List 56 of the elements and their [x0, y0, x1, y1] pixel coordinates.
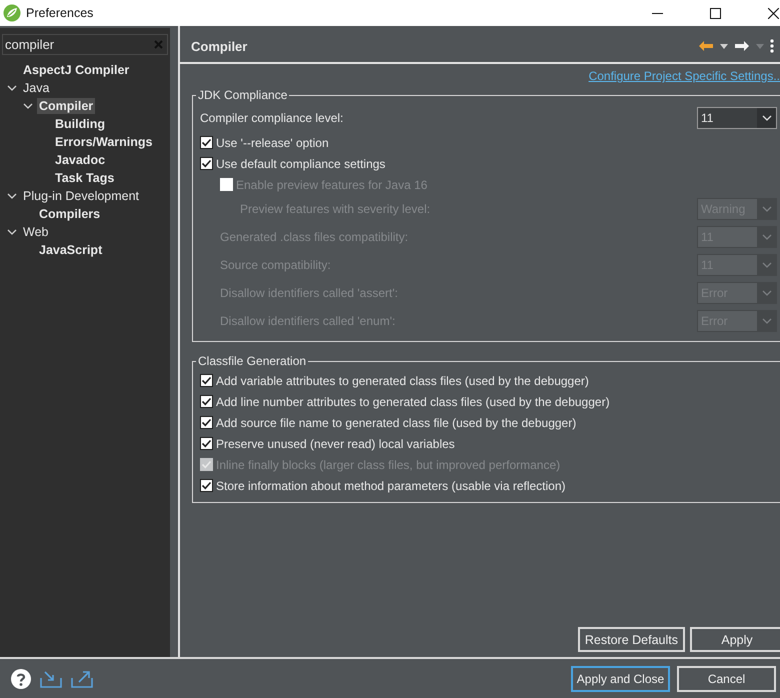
checkbox[interactable]: [200, 479, 213, 492]
back-arrow-icon[interactable]: [698, 40, 714, 52]
chevron-down-icon: [762, 206, 772, 212]
checkbox[interactable]: [200, 157, 213, 170]
checkbox[interactable]: [200, 136, 213, 149]
checkbox-label: Store information about method parameters (usable via reflection): [216, 478, 566, 492]
button[interactable]: Restore Defaults: [578, 627, 685, 652]
tree-item[interactable]: Compiler: [37, 98, 96, 114]
button[interactable]: Cancel: [677, 666, 776, 692]
chevron-down-icon[interactable]: [7, 191, 17, 201]
chevron-down-icon[interactable]: [7, 227, 17, 237]
group-title: Classfile Generation: [197, 354, 308, 368]
import-icon[interactable]: [40, 670, 62, 688]
checkbox[interactable]: [200, 374, 213, 387]
tree-item[interactable]: JavaScript: [37, 242, 104, 258]
close-icon[interactable]: [768, 8, 779, 18]
chevron-down-icon[interactable]: [7, 83, 17, 93]
dropdown[interactable]: 11: [697, 107, 777, 129]
tree-item[interactable]: Javadoc: [53, 152, 108, 168]
tree-item[interactable]: Building: [53, 116, 107, 132]
checkbox[interactable]: [200, 437, 213, 450]
checkbox-label: Add line number attributes to generated class files (used by the debugger): [216, 394, 610, 408]
chevron-down-icon: [762, 234, 772, 240]
chevron-down-icon[interactable]: [23, 101, 33, 111]
chevron-down-icon: [762, 290, 772, 296]
forward-arrow-icon[interactable]: [734, 40, 750, 52]
checkbox-label: Add variable attributes to generated class files (used by the debugger): [216, 374, 589, 388]
app-logo-icon: [3, 4, 21, 22]
filter-field[interactable]: compiler: [2, 34, 168, 55]
checkbox-label: Add source file name to generated class file (used by the debugger): [216, 416, 576, 430]
checkbox[interactable]: [200, 416, 213, 429]
window-title: Preferences: [26, 6, 94, 20]
tree-item[interactable]: Java: [21, 80, 52, 96]
button[interactable]: Apply and Close: [571, 666, 670, 692]
field-label: Compiler compliance level:: [200, 111, 344, 125]
tree-item[interactable]: AspectJ Compiler: [21, 62, 132, 78]
tree-item[interactable]: Compilers: [37, 206, 102, 222]
caret-icon[interactable]: [720, 44, 728, 48]
export-icon[interactable]: [71, 670, 93, 688]
checkbox[interactable]: [200, 395, 213, 408]
tree-item[interactable]: Plug-in Development: [21, 188, 142, 204]
group-title: JDK Compliance: [197, 88, 288, 102]
tree-item[interactable]: Web: [21, 224, 50, 240]
more-icon[interactable]: [770, 39, 774, 53]
help-icon[interactable]: [11, 668, 31, 688]
tree-item[interactable]: Task Tags: [53, 170, 116, 186]
chevron-down-icon: [762, 318, 772, 324]
button[interactable]: Apply: [690, 627, 780, 652]
checkbox-label: Use default compliance settings: [216, 156, 386, 170]
tree-item[interactable]: Errors/Warnings: [53, 134, 154, 150]
maximize-icon[interactable]: [710, 8, 721, 18]
page-title: Compiler: [191, 38, 248, 54]
checkbox-label: Preserve unused (never read) local variables: [216, 436, 455, 450]
chevron-down-icon: [762, 262, 772, 268]
checkbox-label: Use '--release' option: [216, 136, 329, 150]
chevron-down-icon: [762, 115, 772, 121]
